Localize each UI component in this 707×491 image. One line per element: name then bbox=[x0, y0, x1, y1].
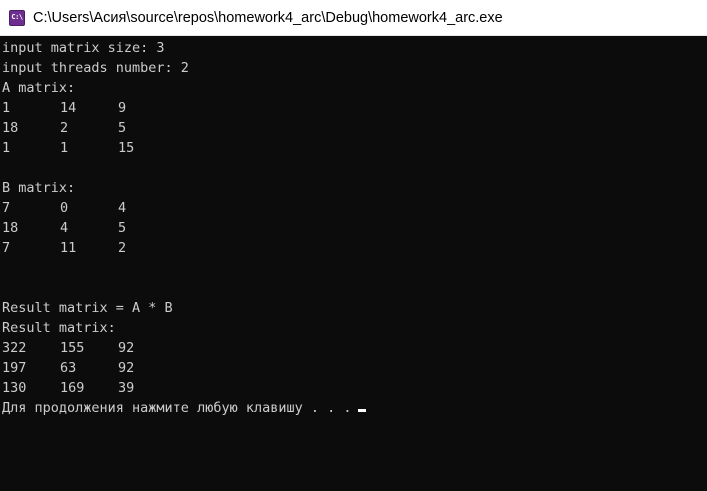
matrix-cell: 7 bbox=[2, 200, 11, 216]
console-app-icon: C:\ bbox=[9, 9, 25, 26]
size-prompt-line: input matrix size: 3 bbox=[2, 40, 165, 56]
result-matrix-row: 130 169 39 bbox=[2, 378, 707, 398]
matrix-cell: 197 bbox=[2, 360, 27, 376]
b-matrix-row: 7 0 4 bbox=[2, 198, 707, 218]
text-cursor bbox=[357, 409, 366, 412]
press-key-line: Для продолжения нажмите любую клавишу . … bbox=[2, 398, 707, 418]
matrix-cell: 11 bbox=[60, 240, 77, 256]
matrix-cell: 92 bbox=[118, 340, 135, 356]
b-matrix-header: B matrix: bbox=[2, 180, 76, 196]
b-matrix-row: 18 4 5 bbox=[2, 218, 707, 238]
matrix-cell: 4 bbox=[118, 200, 127, 216]
a-matrix-row: 1 1 15 bbox=[2, 138, 707, 158]
matrix-cell: 7 bbox=[2, 240, 11, 256]
a-matrix-row: 18 2 5 bbox=[2, 118, 707, 138]
press-key-prompt: Для продолжения нажмите любую клавишу . … bbox=[2, 400, 352, 416]
result-matrix-row: 197 63 92 bbox=[2, 358, 707, 378]
matrix-cell: 169 bbox=[60, 380, 85, 396]
matrix-cell: 1 bbox=[60, 140, 69, 156]
matrix-cell: 39 bbox=[118, 380, 135, 396]
console-output[interactable]: input matrix size: 3 input threads numbe… bbox=[0, 36, 707, 491]
matrix-cell: 1 bbox=[2, 140, 11, 156]
matrix-cell: 130 bbox=[2, 380, 27, 396]
matrix-cell: 18 bbox=[2, 220, 19, 236]
matrix-cell: 5 bbox=[118, 220, 127, 236]
matrix-cell: 322 bbox=[2, 340, 27, 356]
matrix-cell: 5 bbox=[118, 120, 127, 136]
window-title: C:\Users\Асия\source\repos\homework4_arc… bbox=[33, 9, 503, 26]
threads-prompt-line: input threads number: 2 bbox=[2, 60, 189, 76]
a-matrix-row: 1 14 9 bbox=[2, 98, 707, 118]
b-matrix-row: 7 11 2 bbox=[2, 238, 707, 258]
a-matrix-header: A matrix: bbox=[2, 80, 76, 96]
matrix-cell: 18 bbox=[2, 120, 19, 136]
result-matrix-header: Result matrix: bbox=[2, 320, 116, 336]
result-matrix-row: 322 155 92 bbox=[2, 338, 707, 358]
matrix-cell: 2 bbox=[118, 240, 127, 256]
matrix-cell: 14 bbox=[60, 100, 77, 116]
matrix-cell: 92 bbox=[118, 360, 135, 376]
matrix-cell: 63 bbox=[60, 360, 77, 376]
matrix-cell: 155 bbox=[60, 340, 85, 356]
matrix-cell: 15 bbox=[118, 140, 135, 156]
result-equation-line: Result matrix = A * B bbox=[2, 300, 173, 316]
matrix-cell: 2 bbox=[60, 120, 69, 136]
title-bar[interactable]: C:\ C:\Users\Асия\source\repos\homework4… bbox=[0, 0, 707, 36]
matrix-cell: 9 bbox=[118, 100, 127, 116]
matrix-cell: 0 bbox=[60, 200, 69, 216]
matrix-cell: 4 bbox=[60, 220, 69, 236]
matrix-cell: 1 bbox=[2, 100, 11, 116]
